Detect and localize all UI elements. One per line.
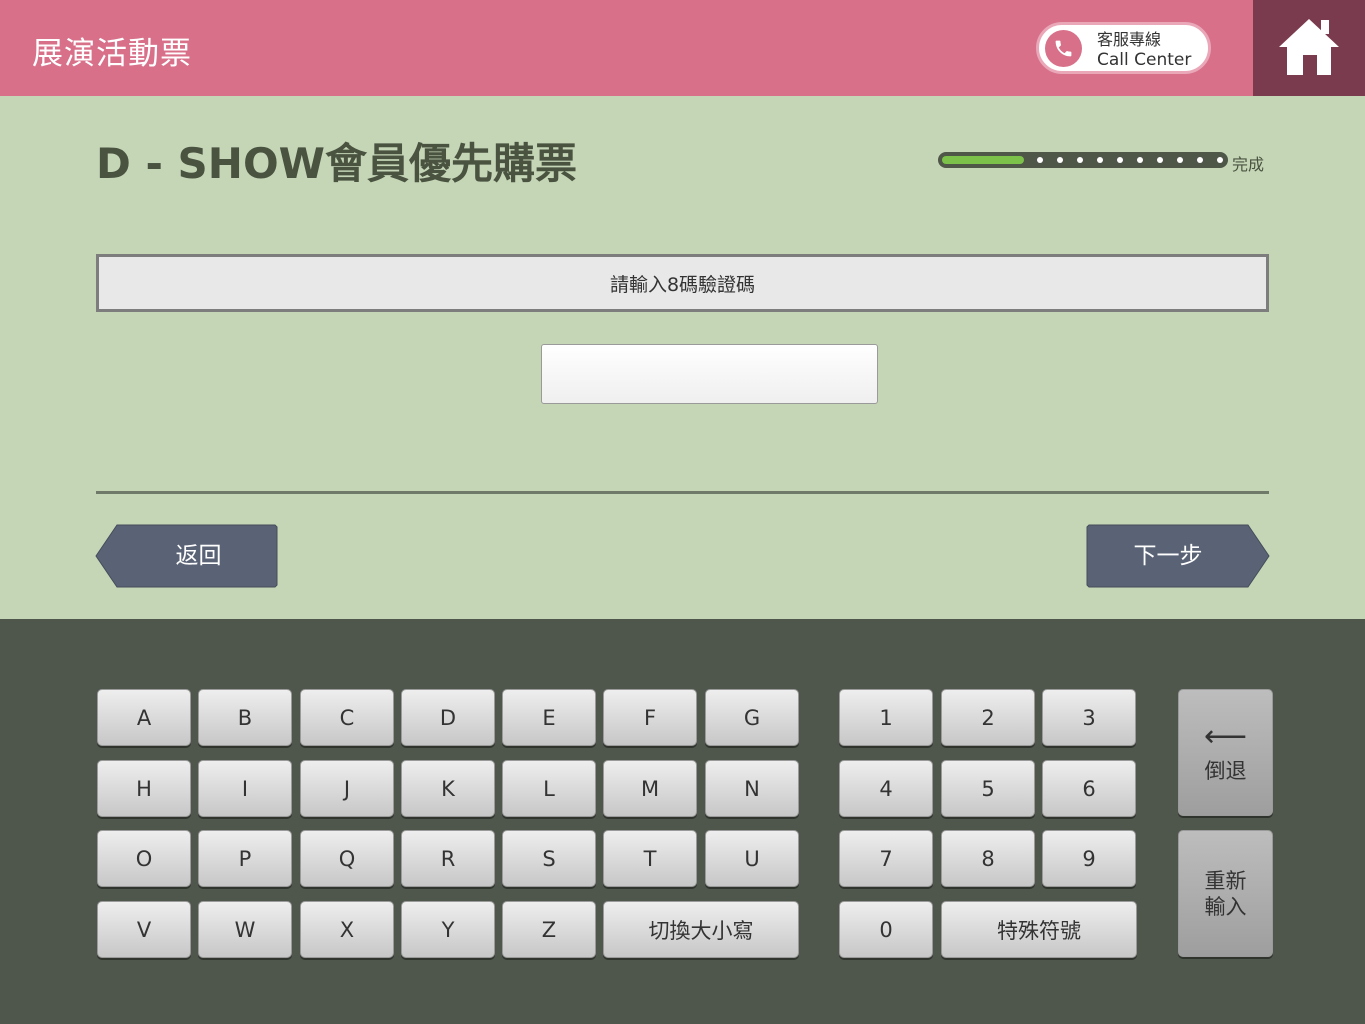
key-2[interactable]: 2 <box>941 689 1035 746</box>
back-arrow-icon: ⟵ <box>1203 718 1247 754</box>
key-x[interactable]: X <box>300 901 394 958</box>
backspace-label: 倒退 <box>1204 758 1247 783</box>
key-i[interactable]: I <box>198 760 292 817</box>
page-title: D - SHOW會員優先購票 <box>96 139 577 188</box>
progress-step-dot <box>1217 157 1223 163</box>
divider <box>96 491 1269 494</box>
call-center-label-en: Call Center <box>1097 50 1192 70</box>
key-o[interactable]: O <box>97 830 191 887</box>
key-6[interactable]: 6 <box>1042 760 1136 817</box>
key-j[interactable]: J <box>300 760 394 817</box>
top-bar: 展演活動票 客服專線 Call Center <box>0 0 1365 96</box>
key-3[interactable]: 3 <box>1042 689 1136 746</box>
key-s[interactable]: S <box>502 830 596 887</box>
instruction-banner: 請輸入8碼驗證碼 <box>96 254 1269 312</box>
next-button-label: 下一步 <box>1133 543 1203 569</box>
key-e[interactable]: E <box>502 689 596 746</box>
key-z[interactable]: Z <box>502 901 596 958</box>
on-screen-keyboard: A B C D E F G H I J K L M N O P Q R S T … <box>0 619 1365 1024</box>
progress-step-dot <box>1097 157 1103 163</box>
reset-label-line1: 重新 <box>1204 868 1247 893</box>
key-d[interactable]: D <box>401 689 495 746</box>
key-0[interactable]: 0 <box>839 901 933 958</box>
key-n[interactable]: N <box>705 760 799 817</box>
key-8[interactable]: 8 <box>941 830 1035 887</box>
back-button-label: 返回 <box>175 543 222 569</box>
call-center-button[interactable]: 客服專線 Call Center <box>1036 22 1211 74</box>
key-4[interactable]: 4 <box>839 760 933 817</box>
back-button[interactable]: 返回 <box>95 524 278 588</box>
key-t[interactable]: T <box>603 830 697 887</box>
progress-bar <box>938 152 1228 168</box>
key-7[interactable]: 7 <box>839 830 933 887</box>
key-c[interactable]: C <box>300 689 394 746</box>
key-f[interactable]: F <box>603 689 697 746</box>
key-h[interactable]: H <box>97 760 191 817</box>
home-icon <box>1279 19 1339 75</box>
progress-step-dot <box>1157 157 1163 163</box>
backspace-key[interactable]: ⟵ 倒退 <box>1178 689 1273 816</box>
key-1[interactable]: 1 <box>839 689 933 746</box>
key-g[interactable]: G <box>705 689 799 746</box>
progress-step-dot <box>1177 157 1183 163</box>
key-l[interactable]: L <box>502 760 596 817</box>
home-button[interactable] <box>1253 0 1365 96</box>
key-q[interactable]: Q <box>300 830 394 887</box>
call-center-label-zh: 客服專線 <box>1097 30 1162 49</box>
progress-step-dot <box>1037 157 1043 163</box>
progress-fill <box>942 156 1024 164</box>
reset-label-line2: 輸入 <box>1204 894 1247 919</box>
key-k[interactable]: K <box>401 760 495 817</box>
key-v[interactable]: V <box>97 901 191 958</box>
progress-step-dot <box>1137 157 1143 163</box>
key-a[interactable]: A <box>97 689 191 746</box>
key-p[interactable]: P <box>198 830 292 887</box>
verification-code-input[interactable] <box>541 344 878 404</box>
key-9[interactable]: 9 <box>1042 830 1136 887</box>
key-5[interactable]: 5 <box>941 760 1035 817</box>
next-button[interactable]: 下一步 <box>1086 524 1270 588</box>
phone-icon <box>1045 30 1082 67</box>
key-r[interactable]: R <box>401 830 495 887</box>
reset-input-key[interactable]: 重新 輸入 <box>1178 830 1273 957</box>
key-w[interactable]: W <box>198 901 292 958</box>
key-u[interactable]: U <box>705 830 799 887</box>
app-title: 展演活動票 <box>32 36 192 72</box>
key-m[interactable]: M <box>603 760 697 817</box>
progress-step-dot <box>1077 157 1083 163</box>
key-y[interactable]: Y <box>401 901 495 958</box>
case-toggle-key[interactable]: 切換大小寫 <box>603 901 799 958</box>
progress-step-dot <box>1197 157 1203 163</box>
key-b[interactable]: B <box>198 689 292 746</box>
progress-label: 完成 <box>1232 155 1265 174</box>
progress-step-dot <box>1117 157 1123 163</box>
special-symbols-key[interactable]: 特殊符號 <box>941 901 1137 958</box>
progress-step-dot <box>1057 157 1063 163</box>
instruction-text: 請輸入8碼驗證碼 <box>609 273 756 296</box>
